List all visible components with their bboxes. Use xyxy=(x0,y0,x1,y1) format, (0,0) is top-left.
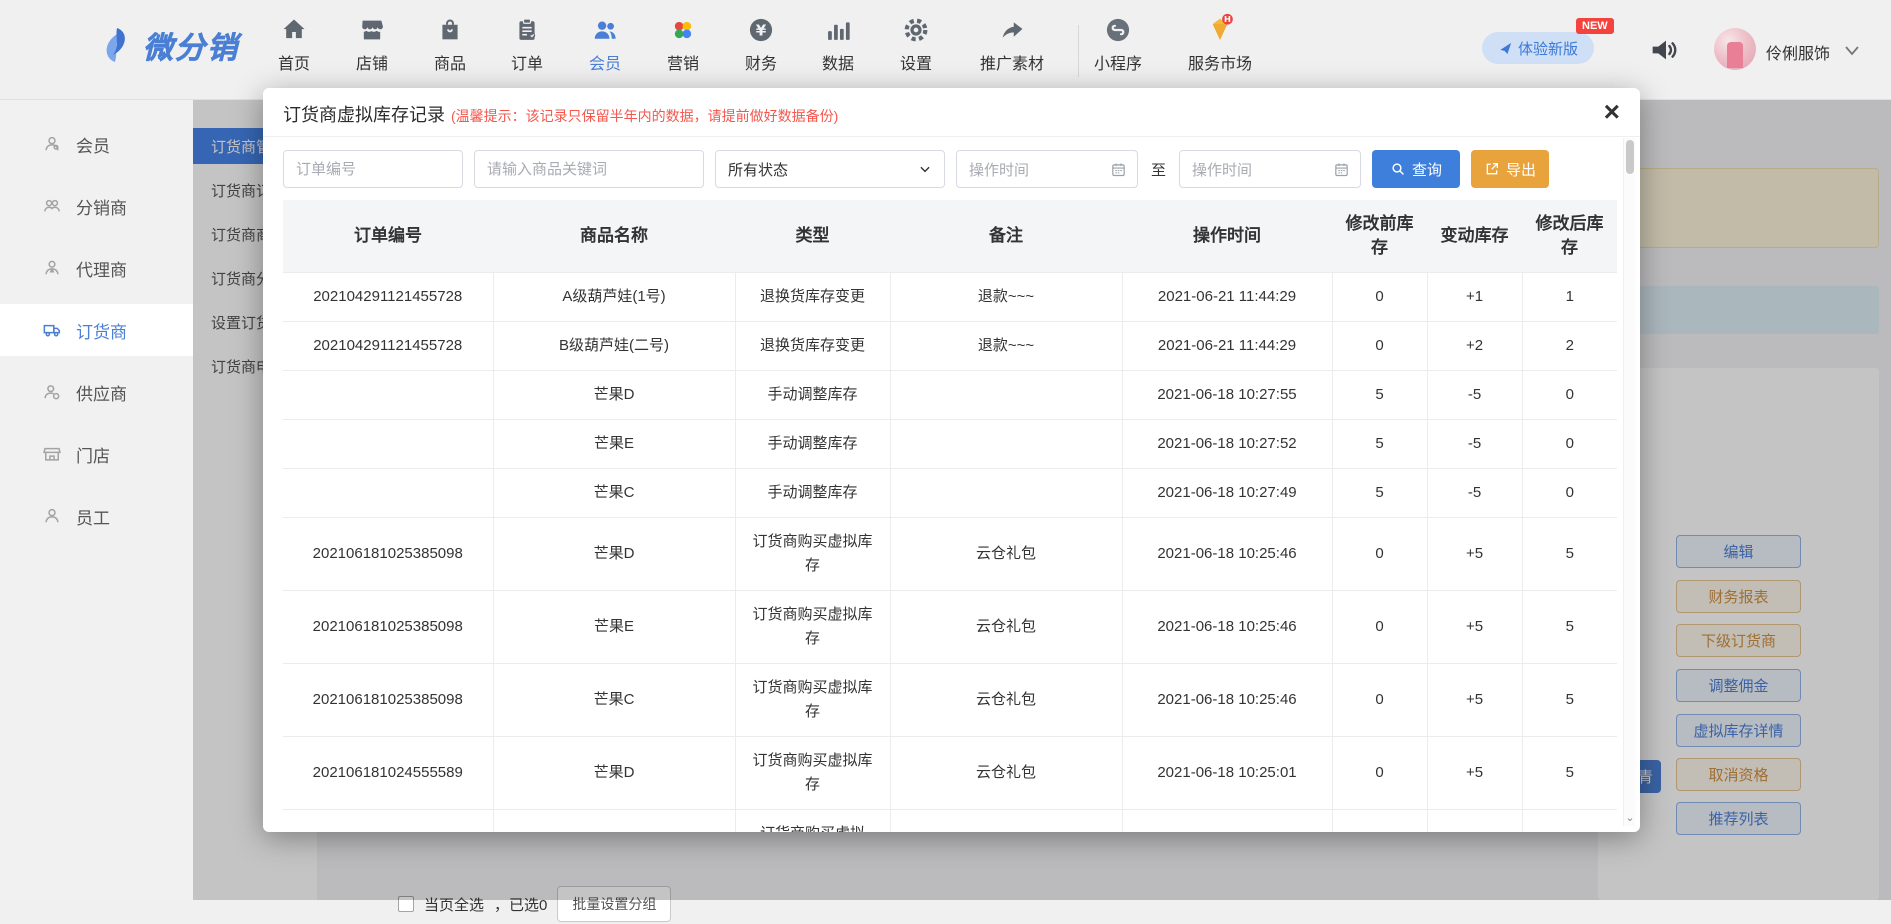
gem-icon: H xyxy=(1165,8,1275,44)
order-no-input[interactable] xyxy=(283,150,463,188)
nav-item-settings[interactable]: 设置 xyxy=(868,8,964,74)
query-button[interactable]: 查询 xyxy=(1372,150,1460,188)
supplier-icon xyxy=(42,382,62,402)
modal-title: 订货商虚拟库存记录 xyxy=(283,105,445,125)
sidebar-item-stores[interactable]: 门店 xyxy=(0,428,193,480)
share-arrow-icon xyxy=(952,8,1072,44)
calendar-icon xyxy=(1110,161,1127,178)
col-stock-after: 修改后库存 xyxy=(1522,200,1617,273)
table-row-partial: 订货商购买虚拟 xyxy=(283,810,1617,833)
modal-hint: (温馨提示：该记录只保留半年内的数据，请提前做好数据备份) xyxy=(451,108,838,124)
logo-text: 微分销 xyxy=(143,23,239,67)
time-to-input[interactable]: 操作时间 xyxy=(1179,150,1361,188)
table-row: 芒果C手动调整库存2021-06-18 10:27:495-50 xyxy=(283,469,1617,518)
rocket-icon xyxy=(1498,41,1513,56)
col-product-name: 商品名称 xyxy=(493,200,735,273)
group-icon xyxy=(42,196,62,216)
table-row: 芒果E手动调整库存2021-06-18 10:27:525-50 xyxy=(283,420,1617,469)
col-remark: 备注 xyxy=(890,200,1122,273)
status-select[interactable]: 所有状态 xyxy=(715,150,945,188)
table-header-row: 订单编号 商品名称 类型 备注 操作时间 修改前库存 变动库存 修改后库存 xyxy=(283,200,1617,273)
sidebar-item-members[interactable]: 会员 xyxy=(0,118,193,170)
miniprogram-icon xyxy=(1070,8,1166,44)
svg-text:H: H xyxy=(1224,14,1231,24)
staff-icon xyxy=(42,506,62,526)
search-icon xyxy=(1390,161,1406,177)
chevron-down-icon xyxy=(918,162,932,176)
account-name[interactable]: 伶俐服饰 xyxy=(1766,40,1830,64)
table-row: 芒果D手动调整库存2021-06-18 10:27:555-50 xyxy=(283,371,1617,420)
export-button[interactable]: 导出 xyxy=(1471,150,1549,188)
nav-item-miniprogram[interactable]: 小程序 xyxy=(1070,8,1166,74)
virtual-stock-modal: 订货商虚拟库存记录 (温馨提示：该记录只保留半年内的数据，请提前做好数据备份) ×… xyxy=(263,88,1640,832)
calendar-icon xyxy=(1333,161,1350,178)
table-row: 202106181025385098芒果C订货商购买虚拟库存云仓礼包2021-0… xyxy=(283,664,1617,737)
logo-mark-icon xyxy=(95,22,135,68)
export-icon xyxy=(1484,161,1500,177)
sidebar-item-purchasers[interactable]: 订货商 xyxy=(0,304,193,356)
sidebar-item-staff[interactable]: 员工 xyxy=(0,490,193,542)
time-from-input[interactable]: 操作时间 xyxy=(956,150,1138,188)
table-row: 202104291121455728A级葫芦娃(1号)退换货库存变更退款~~~2… xyxy=(283,273,1617,322)
table-row: 202106181025385098芒果D订货商购买虚拟库存云仓礼包2021-0… xyxy=(283,518,1617,591)
filter-bar: 所有状态 操作时间 至 操作时间 查询 导出 xyxy=(283,150,1549,188)
col-type: 类型 xyxy=(735,200,890,273)
sidebar-item-agents[interactable]: 代理商 xyxy=(0,242,193,294)
agent-icon xyxy=(42,258,62,278)
col-order-no: 订单编号 xyxy=(283,200,493,273)
svg-text:¥: ¥ xyxy=(756,21,767,39)
col-stock-before: 修改前库存 xyxy=(1332,200,1427,273)
table-row: 202104291121455728B级葫芦娃(二号)退换货库存变更退款~~~2… xyxy=(283,322,1617,371)
gear-icon xyxy=(868,8,964,44)
to-label: 至 xyxy=(1149,159,1168,180)
chevron-down-icon[interactable] xyxy=(1844,44,1860,62)
close-icon[interactable]: × xyxy=(1604,94,1620,130)
scrollbar-down-arrow[interactable]: ⌄ xyxy=(1624,811,1636,824)
col-stock-change: 变动库存 xyxy=(1427,200,1522,273)
modal-separator xyxy=(263,136,1640,137)
app-logo[interactable]: 微分销 xyxy=(95,22,239,68)
top-nav: 微分销 首页 店铺 商品 订单 会员 营销 ¥ 财务 数据 设置 推广素材 xyxy=(0,0,1891,100)
virtual-stock-table: 订单编号 商品名称 类型 备注 操作时间 修改前库存 变动库存 修改后库存 20… xyxy=(283,200,1617,832)
nav-item-service-market[interactable]: H 服务市场 xyxy=(1165,8,1275,74)
scrollbar-thumb[interactable] xyxy=(1626,140,1634,174)
nav-item-promo-material[interactable]: 推广素材 xyxy=(952,8,1072,74)
speaker-icon[interactable] xyxy=(1648,34,1680,66)
sidebar-item-suppliers[interactable]: 供应商 xyxy=(0,366,193,418)
member-icon xyxy=(42,134,62,154)
new-badge: NEW xyxy=(1576,18,1614,34)
account-avatar[interactable] xyxy=(1714,28,1756,70)
table-row: 202106181025385098芒果E订货商购买虚拟库存云仓礼包2021-0… xyxy=(283,591,1617,664)
truck-icon xyxy=(42,320,62,340)
modal-scrollbar[interactable]: ⌄ xyxy=(1623,138,1635,826)
col-op-time: 操作时间 xyxy=(1122,200,1332,273)
store-icon xyxy=(42,444,62,464)
left-sidebar: 会员 分销商 代理商 订货商 供应商 门店 员工 xyxy=(0,100,193,900)
try-new-version-button[interactable]: 体验新版 xyxy=(1482,32,1594,64)
sidebar-item-distributors[interactable]: 分销商 xyxy=(0,180,193,232)
table-row: 202106181024555589芒果D订货商购买虚拟库存云仓礼包2021-0… xyxy=(283,737,1617,810)
keyword-input[interactable] xyxy=(474,150,704,188)
